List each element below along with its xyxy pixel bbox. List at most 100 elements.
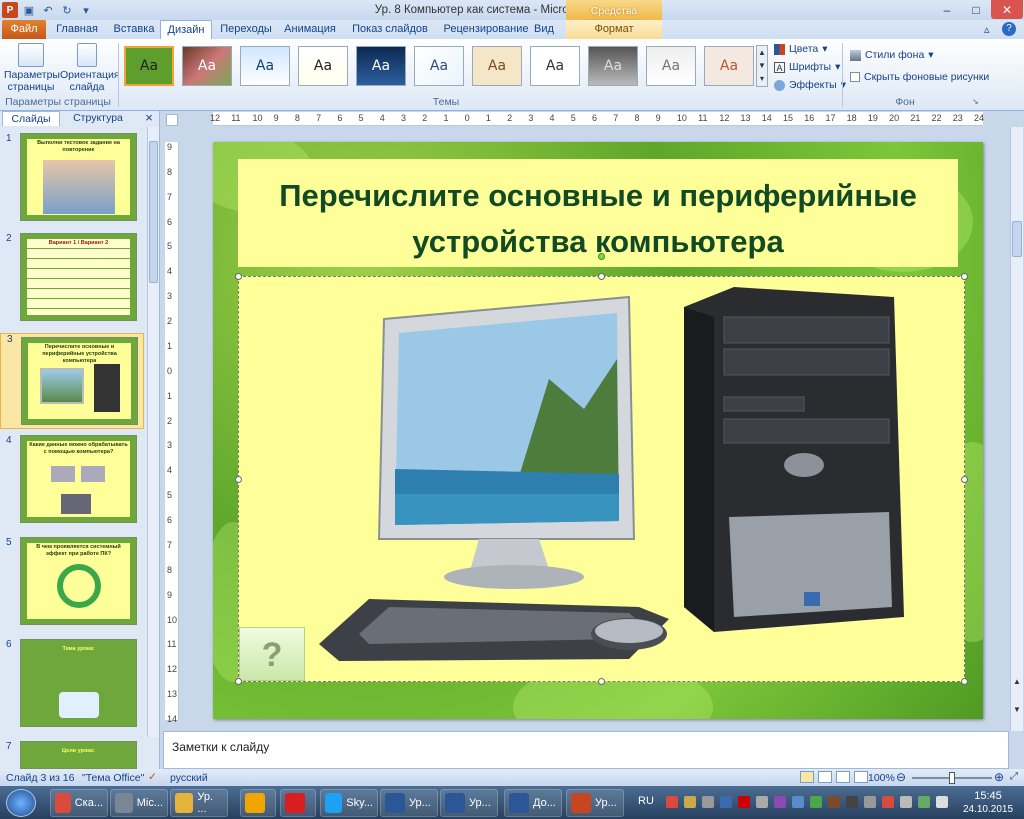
slide[interactable]: Перечислите основные и периферийные устр…: [213, 142, 983, 719]
tray-icon[interactable]: [810, 796, 822, 808]
next-slide-icon[interactable]: ▼: [1012, 705, 1022, 717]
theme-thumbnail[interactable]: Aa: [646, 46, 696, 86]
taskbar-button[interactable]: Ур...: [440, 789, 498, 817]
taskbar-button[interactable]: Ска...: [50, 789, 108, 817]
tray-icon[interactable]: [774, 796, 786, 808]
resize-handle[interactable]: [598, 273, 605, 280]
minimize-button[interactable]: –: [933, 0, 961, 19]
zoom-out-icon[interactable]: ⊖: [896, 770, 906, 784]
slide-sorter-icon[interactable]: [818, 771, 832, 783]
taskbar-button[interactable]: Sky...: [320, 789, 378, 817]
theme-thumbnail[interactable]: Aa: [298, 46, 348, 86]
zoom-in-icon[interactable]: ⊕: [994, 770, 1004, 784]
slide-thumbnail-2[interactable]: 2 Вариант 1 / Вариант 2: [0, 233, 144, 329]
input-language[interactable]: RU: [638, 795, 654, 807]
fonts-button[interactable]: A Шрифты ▾: [774, 61, 840, 73]
close-pane-icon[interactable]: ×: [142, 111, 156, 126]
tray-icon[interactable]: [684, 796, 696, 808]
theme-thumbnail[interactable]: Aa: [472, 46, 522, 86]
slide-thumbnail-3[interactable]: 3 Перечислите основные и периферийные ус…: [0, 333, 144, 429]
tray-icon[interactable]: [918, 796, 930, 808]
resize-handle[interactable]: [235, 476, 242, 483]
zoom-level[interactable]: 100%: [868, 772, 895, 784]
tray-icon[interactable]: [864, 796, 876, 808]
themes-gallery-scroll[interactable]: ▲ ▼ ▾: [756, 45, 768, 87]
tab-transitions[interactable]: Переходы: [216, 20, 276, 39]
horizontal-ruler[interactable]: 12 11 10 9 8 7 6 5 4 3 2 1 0 1 2 3 4 5 6 7 8 9 10 11 12 13 14 15 16 1…: [210, 112, 984, 126]
tray-icon[interactable]: [936, 796, 948, 808]
theme-thumbnail[interactable]: Aa: [530, 46, 580, 86]
zoom-slider-knob[interactable]: [949, 772, 955, 784]
slide-title-box[interactable]: Перечислите основные и периферийные устр…: [238, 159, 958, 267]
tray-icon[interactable]: [702, 796, 714, 808]
resize-handle[interactable]: [961, 476, 968, 483]
theme-thumbnail[interactable]: Aa: [240, 46, 290, 86]
resize-handle[interactable]: [235, 273, 242, 280]
tray-icon[interactable]: [792, 796, 804, 808]
colors-button[interactable]: Цвета ▾: [774, 43, 828, 55]
previous-slide-icon[interactable]: ▲: [1012, 677, 1022, 689]
theme-thumbnail[interactable]: Aa: [588, 46, 638, 86]
slide-thumbnail-1[interactable]: 1 Выполни тестовое задание на повторение: [0, 133, 144, 229]
theme-thumbnail[interactable]: Aa: [704, 46, 754, 86]
spellcheck-icon[interactable]: ✓: [148, 771, 157, 783]
slides-pane-scrollbar[interactable]: [147, 127, 159, 737]
taskbar-button[interactable]: [280, 789, 316, 817]
resize-handle[interactable]: [598, 678, 605, 685]
clock-time[interactable]: 15:45: [960, 790, 1016, 802]
theme-name[interactable]: "Тема Office": [82, 772, 144, 784]
zoom-slider[interactable]: [912, 772, 992, 784]
tray-icon[interactable]: [720, 796, 732, 808]
slide-thumbnail-5[interactable]: 5 В чем проявляется системный эффект при…: [0, 537, 144, 633]
tab-animation[interactable]: Анимация: [280, 20, 340, 39]
slideshow-icon[interactable]: [854, 771, 868, 783]
editor-scrollbar[interactable]: ▲ ▼: [1010, 127, 1023, 731]
tray-icon[interactable]: [846, 796, 858, 808]
resize-handle[interactable]: [961, 273, 968, 280]
scrollbar-thumb[interactable]: [149, 141, 158, 283]
fit-to-window-icon[interactable]: ⤢: [1010, 771, 1018, 782]
reading-view-icon[interactable]: [836, 771, 850, 783]
taskbar-button[interactable]: [240, 789, 276, 817]
tab-format[interactable]: Формат: [566, 20, 662, 39]
slide-orientation-button[interactable]: Ориентация слайда: [60, 43, 120, 93]
resize-handle[interactable]: [235, 678, 242, 685]
taskbar-button[interactable]: До...: [504, 789, 562, 817]
taskbar-button[interactable]: Ур...: [566, 789, 624, 817]
tab-home[interactable]: Главная: [52, 20, 102, 39]
background-styles-button[interactable]: Стили фона ▾: [850, 49, 934, 61]
tab-insert[interactable]: Вставка: [106, 20, 162, 39]
taskbar-button[interactable]: Ур. ...: [170, 789, 228, 817]
start-button[interactable]: [6, 789, 36, 817]
clock-date[interactable]: 24.10.2015: [960, 804, 1016, 815]
effects-button[interactable]: Эффекты ▾: [774, 79, 846, 91]
tray-icon[interactable]: [738, 796, 750, 808]
minimize-ribbon-icon[interactable]: ▵: [984, 23, 990, 36]
language[interactable]: русский: [170, 772, 208, 784]
tab-review[interactable]: Рецензирование: [436, 20, 536, 39]
page-setup-button[interactable]: Параметры страницы: [4, 43, 60, 93]
tab-outline[interactable]: Структура: [62, 111, 134, 126]
tab-design[interactable]: Дизайн: [160, 20, 212, 39]
slide-thumbnail-4[interactable]: 4 Какие данные можно обрабатывать с помо…: [0, 435, 144, 531]
maximize-button[interactable]: □: [962, 0, 990, 19]
dialog-launcher-icon[interactable]: ↘: [972, 97, 979, 106]
theme-thumbnail[interactable]: Aa: [414, 46, 464, 86]
normal-view-icon[interactable]: [800, 771, 814, 783]
picture-placeholder[interactable]: ?: [235, 253, 968, 685]
tray-icon[interactable]: [666, 796, 678, 808]
slide-thumbnail-6[interactable]: 6 Тема урока:: [0, 639, 144, 735]
tray-icon[interactable]: [828, 796, 840, 808]
tab-slides[interactable]: Слайды: [2, 111, 60, 126]
tray-icon[interactable]: [882, 796, 894, 808]
theme-thumbnail[interactable]: Aa: [356, 46, 406, 86]
notes-pane[interactable]: Заметки к слайду: [163, 731, 1009, 769]
scrollbar-thumb[interactable]: [1012, 221, 1022, 257]
taskbar-button[interactable]: Ур...: [380, 789, 438, 817]
taskbar-button[interactable]: Mic...: [110, 789, 168, 817]
tab-view[interactable]: Вид: [528, 20, 560, 39]
tray-icon[interactable]: [900, 796, 912, 808]
theme-thumbnail-current[interactable]: Aa: [124, 46, 174, 86]
close-button[interactable]: ✕: [991, 0, 1023, 19]
hide-background-checkbox[interactable]: Скрыть фоновые рисунки: [850, 71, 989, 83]
